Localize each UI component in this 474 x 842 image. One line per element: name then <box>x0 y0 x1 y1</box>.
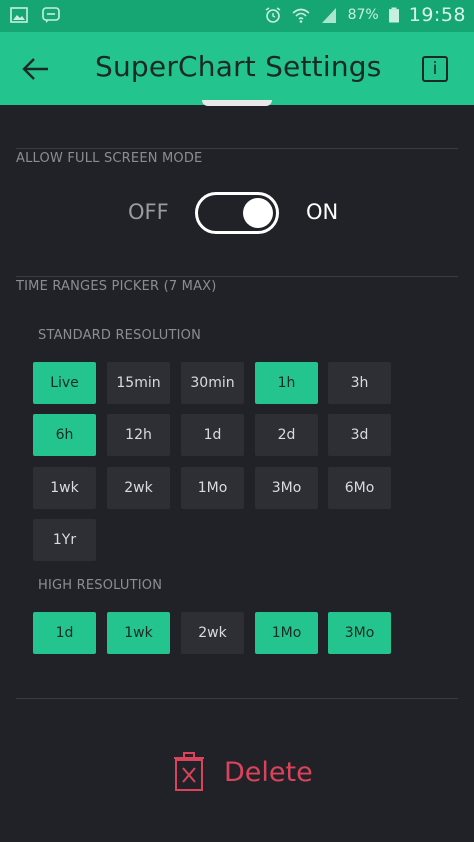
range-chip-1h[interactable]: 1h <box>255 362 318 404</box>
range-chip-3mo[interactable]: 3Mo <box>255 467 318 509</box>
info-button[interactable]: i <box>422 56 448 82</box>
range-chip-2wk[interactable]: 2wk <box>107 467 170 509</box>
status-bar: 87% 19:58 <box>0 0 474 32</box>
range-chip-15min[interactable]: 15min <box>107 362 170 404</box>
arrow-left-icon[interactable] <box>20 54 52 84</box>
divider <box>16 698 458 699</box>
hires-chip-1wk[interactable]: 1wk <box>107 612 170 654</box>
range-chip-30min[interactable]: 30min <box>181 362 244 404</box>
toggle-knob <box>243 198 273 228</box>
range-chip-1wk[interactable]: 1wk <box>33 467 96 509</box>
range-chip-3d[interactable]: 3d <box>328 414 391 456</box>
hires-chip-1mo[interactable]: 1Mo <box>255 612 318 654</box>
alarm-icon <box>265 7 281 23</box>
battery-icon <box>388 7 399 23</box>
fullscreen-toggle[interactable] <box>195 192 279 234</box>
range-chip-3h[interactable]: 3h <box>328 362 391 404</box>
signal-icon <box>321 8 336 23</box>
range-chip-6mo[interactable]: 6Mo <box>328 467 391 509</box>
photo-icon <box>10 7 28 23</box>
app-bar: SuperChart Settings i <box>0 32 474 105</box>
range-chip-12h[interactable]: 12h <box>107 414 170 456</box>
divider <box>16 276 458 277</box>
chat-icon <box>42 7 60 23</box>
wifi-icon <box>292 8 310 23</box>
hires-chip-3mo[interactable]: 3Mo <box>328 612 391 654</box>
range-chip-1d[interactable]: 1d <box>181 414 244 456</box>
toggle-on-label: ON <box>306 200 339 224</box>
range-chip-6h[interactable]: 6h <box>33 414 96 456</box>
high-resolution-label: HIGH RESOLUTION <box>38 578 163 593</box>
range-chip-1yr[interactable]: 1Yr <box>33 519 96 561</box>
time-ranges-section-label: TIME RANGES PICKER (7 MAX) <box>16 279 217 294</box>
range-chip-2d[interactable]: 2d <box>255 414 318 456</box>
battery-percent: 87% <box>347 7 379 23</box>
range-chip-1mo[interactable]: 1Mo <box>181 467 244 509</box>
toggle-off-label: OFF <box>128 200 169 224</box>
standard-resolution-label: STANDARD RESOLUTION <box>38 328 202 343</box>
delete-label: Delete <box>224 756 313 788</box>
scroll-indicator <box>202 100 272 106</box>
trash-icon <box>174 752 204 791</box>
range-chip-live[interactable]: Live <box>33 362 96 404</box>
hires-chip-1d[interactable]: 1d <box>33 612 96 654</box>
hires-chip-2wk[interactable]: 2wk <box>181 612 244 654</box>
fullscreen-section-label: ALLOW FULL SCREEN MODE <box>16 151 203 166</box>
delete-button[interactable]: Delete <box>172 750 313 794</box>
status-time: 19:58 <box>408 4 466 26</box>
divider <box>16 148 458 149</box>
page-title: SuperChart Settings <box>95 50 382 83</box>
